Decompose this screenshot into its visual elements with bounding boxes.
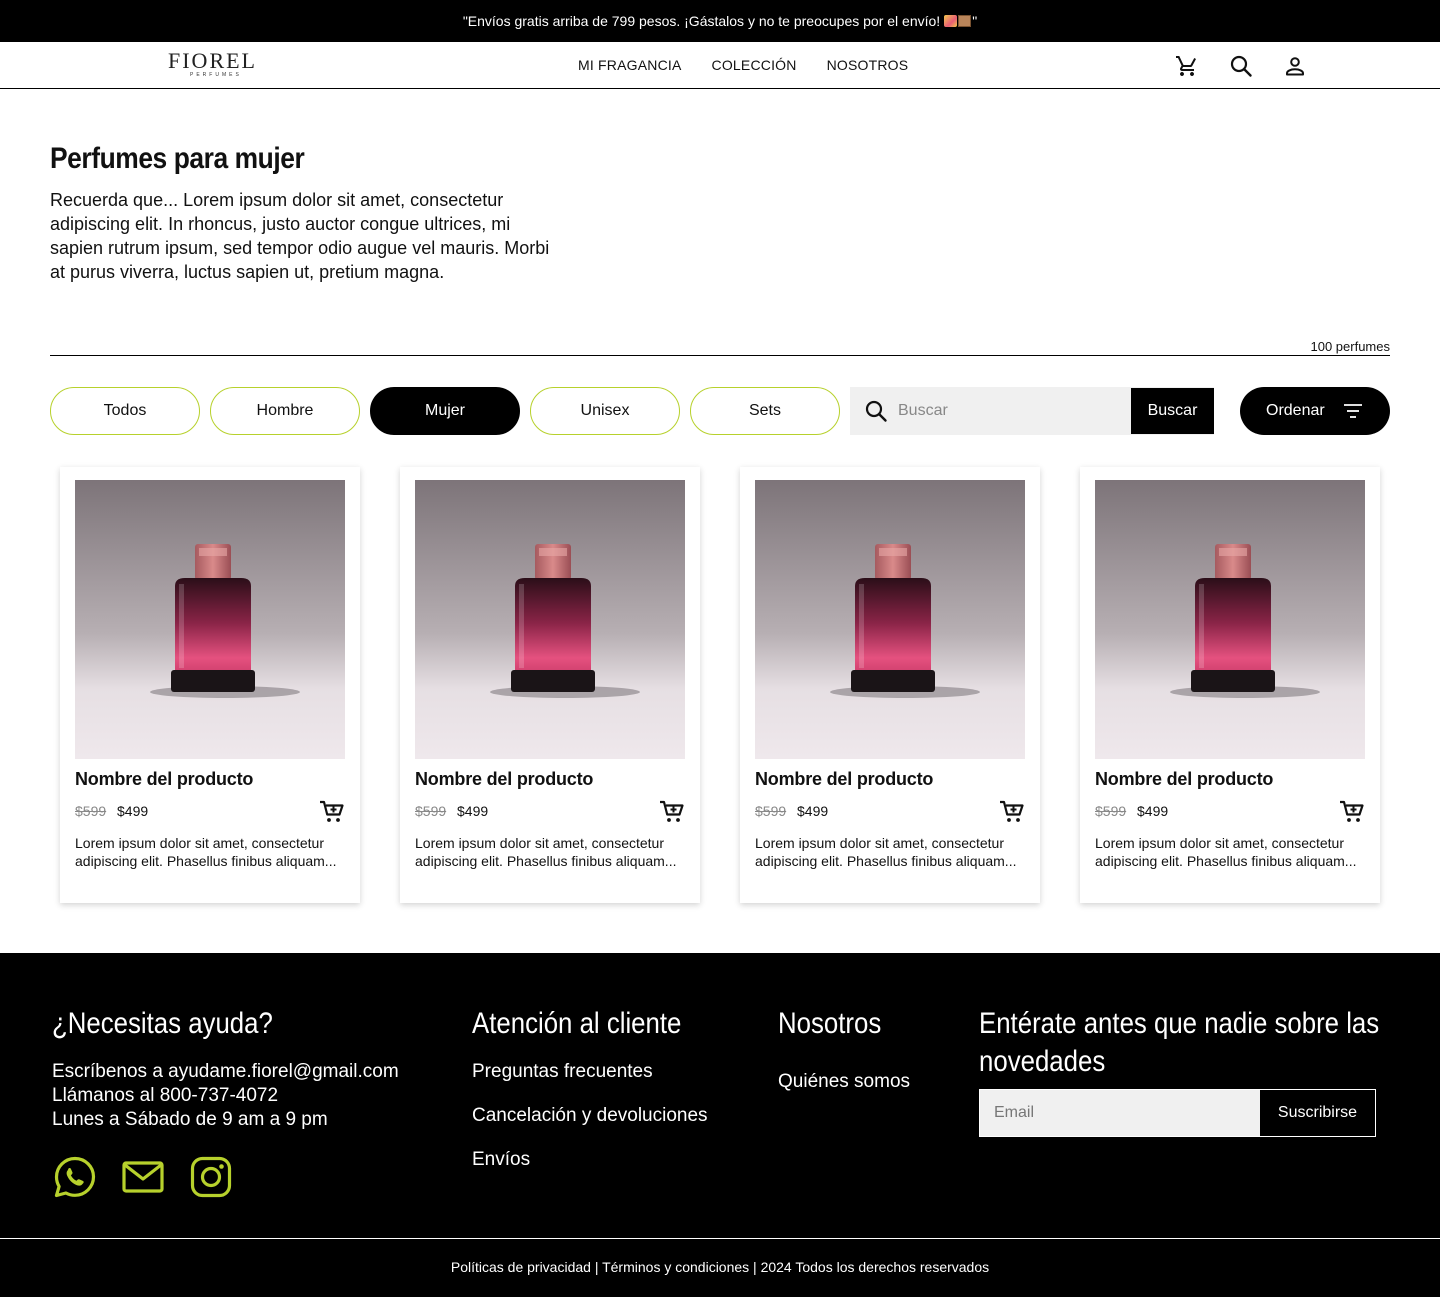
footer-help-title: ¿Necesitas ayuda? — [52, 1007, 273, 1040]
product-old-price: $599 — [415, 803, 447, 819]
brand-name: FIOREL — [168, 48, 257, 73]
promo-text: "Envíos gratis arriba de 799 pesos. ¡Gás… — [462, 13, 941, 29]
newsletter-title-line1: Entérate antes que nadie sobre las — [979, 1007, 1380, 1040]
product-description: Lorem ipsum dolor sit amet, consectetur … — [415, 835, 677, 869]
footer-link-shipping[interactable]: Envíos — [472, 1148, 530, 1172]
sort-label: Ordenar — [1266, 402, 1325, 419]
product-description: Lorem ipsum dolor sit amet, consectetur … — [755, 835, 1017, 869]
promo-banner: "Envíos gratis arriba de 799 pesos. ¡Gás… — [0, 0, 1440, 42]
footer-help-phone[interactable]: Llámanos al 800-737-4072 — [52, 1084, 278, 1108]
add-to-cart-button[interactable] — [319, 800, 345, 824]
page-description: Recuerda que... Lorem ipsum dolor sit am… — [50, 190, 550, 282]
product-old-price: $599 — [75, 803, 107, 819]
add-to-cart-icon — [660, 800, 684, 822]
product-name[interactable]: Nombre del producto — [415, 769, 593, 790]
perfume-bottle-image — [415, 480, 685, 759]
filter-todos[interactable]: Todos — [50, 387, 200, 435]
product-price: $499 — [797, 803, 829, 819]
product-name[interactable]: Nombre del producto — [1095, 769, 1273, 790]
footer-link-about[interactable]: Quiénes somos — [778, 1070, 910, 1094]
search-button[interactable]: Buscar — [1131, 388, 1214, 434]
filter-hombre[interactable]: Hombre — [210, 387, 360, 435]
product-name[interactable]: Nombre del producto — [755, 769, 933, 790]
nav-nosotros[interactable]: NOSOTROS — [827, 57, 909, 73]
product-old-price: $599 — [755, 803, 787, 819]
footer-help-hours: Lunes a Sábado de 9 am a 9 pm — [52, 1109, 328, 1130]
add-to-cart-button[interactable] — [659, 800, 685, 824]
product-name[interactable]: Nombre del producto — [75, 769, 253, 790]
filter-sets[interactable]: Sets — [690, 387, 840, 435]
product-image[interactable] — [75, 480, 345, 759]
footer-link-faq[interactable]: Preguntas frecuentes — [472, 1060, 653, 1084]
user-icon[interactable] — [1283, 54, 1307, 78]
product-card[interactable]: Nombre del producto $599 $499 Lorem ipsum d… — [1080, 467, 1380, 903]
footer-service-title: Atención al cliente — [472, 1007, 682, 1040]
perfume-bottle-image — [75, 480, 345, 759]
add-to-cart-icon — [1340, 800, 1364, 822]
product-image[interactable] — [415, 480, 685, 759]
subscribe-button[interactable]: Suscribirse — [1260, 1090, 1375, 1136]
party-box-emoji-icon — [944, 15, 972, 27]
add-to-cart-icon — [1000, 800, 1024, 822]
perfume-bottle-image — [755, 480, 1025, 759]
newsletter-title-line2: novedades — [979, 1045, 1106, 1078]
nav-coleccion[interactable]: COLECCIÓN — [712, 57, 797, 73]
product-price: $499 — [117, 803, 149, 819]
section-divider — [50, 355, 1390, 356]
footer-divider — [0, 1238, 1440, 1239]
product-price: $499 — [1137, 803, 1169, 819]
product-image[interactable] — [1095, 480, 1365, 759]
product-description: Lorem ipsum dolor sit amet, consectetur … — [75, 835, 337, 869]
product-description: Lorem ipsum dolor sit amet, consectetur … — [1095, 835, 1357, 869]
search-input[interactable] — [898, 399, 1118, 423]
add-to-cart-button[interactable] — [999, 800, 1025, 824]
footer-help-email[interactable]: Escríbenos a ayudame.fiorel@gmail.com — [52, 1060, 399, 1084]
newsletter-form: Suscribirse — [979, 1089, 1376, 1137]
mail-icon[interactable] — [121, 1155, 165, 1199]
main-nav: MI FRAGANCIA COLECCIÓN NOSOTROS — [578, 42, 908, 88]
search-icon — [865, 400, 887, 422]
search-bar: Buscar — [850, 387, 1214, 435]
promo-text-closing: " — [972, 13, 978, 29]
filter-mujer[interactable]: Mujer — [370, 387, 520, 435]
newsletter-email-input[interactable] — [980, 1090, 1260, 1136]
footer-about-title: Nosotros — [778, 1007, 882, 1040]
product-card[interactable]: Nombre del producto $599 $499 Lorem ipsum d… — [60, 467, 360, 903]
cart-icon[interactable] — [1175, 54, 1199, 78]
product-old-price: $599 — [1095, 803, 1127, 819]
product-card[interactable]: Nombre del producto $599 $499 Lorem ipsum d… — [400, 467, 700, 903]
filter-lines-icon — [1344, 404, 1362, 418]
filter-unisex[interactable]: Unisex — [530, 387, 680, 435]
footer-link-returns[interactable]: Cancelación y devoluciones — [472, 1104, 708, 1128]
add-to-cart-icon — [320, 800, 344, 822]
perfume-bottle-image — [1095, 480, 1365, 759]
search-icon[interactable] — [1229, 54, 1253, 78]
brand-logo[interactable]: FIOREL PERFUMES — [168, 48, 258, 79]
site-header: FIOREL PERFUMES MI FRAGANCIA COLECCIÓN N… — [0, 42, 1440, 89]
product-card[interactable]: Nombre del producto $599 $499 Lorem ipsum d… — [740, 467, 1040, 903]
instagram-icon[interactable] — [189, 1155, 233, 1199]
results-count: 100 perfumes — [1310, 339, 1391, 354]
nav-mi-fragancia[interactable]: MI FRAGANCIA — [578, 57, 682, 73]
product-image[interactable] — [755, 480, 1025, 759]
sort-button[interactable]: Ordenar — [1240, 387, 1390, 435]
legal-links[interactable]: Políticas de privacidad | Términos y con… — [0, 1259, 1440, 1275]
add-to-cart-button[interactable] — [1339, 800, 1365, 824]
page-title: Perfumes para mujer — [50, 142, 305, 175]
product-price: $499 — [457, 803, 489, 819]
whatsapp-icon[interactable] — [53, 1155, 97, 1199]
